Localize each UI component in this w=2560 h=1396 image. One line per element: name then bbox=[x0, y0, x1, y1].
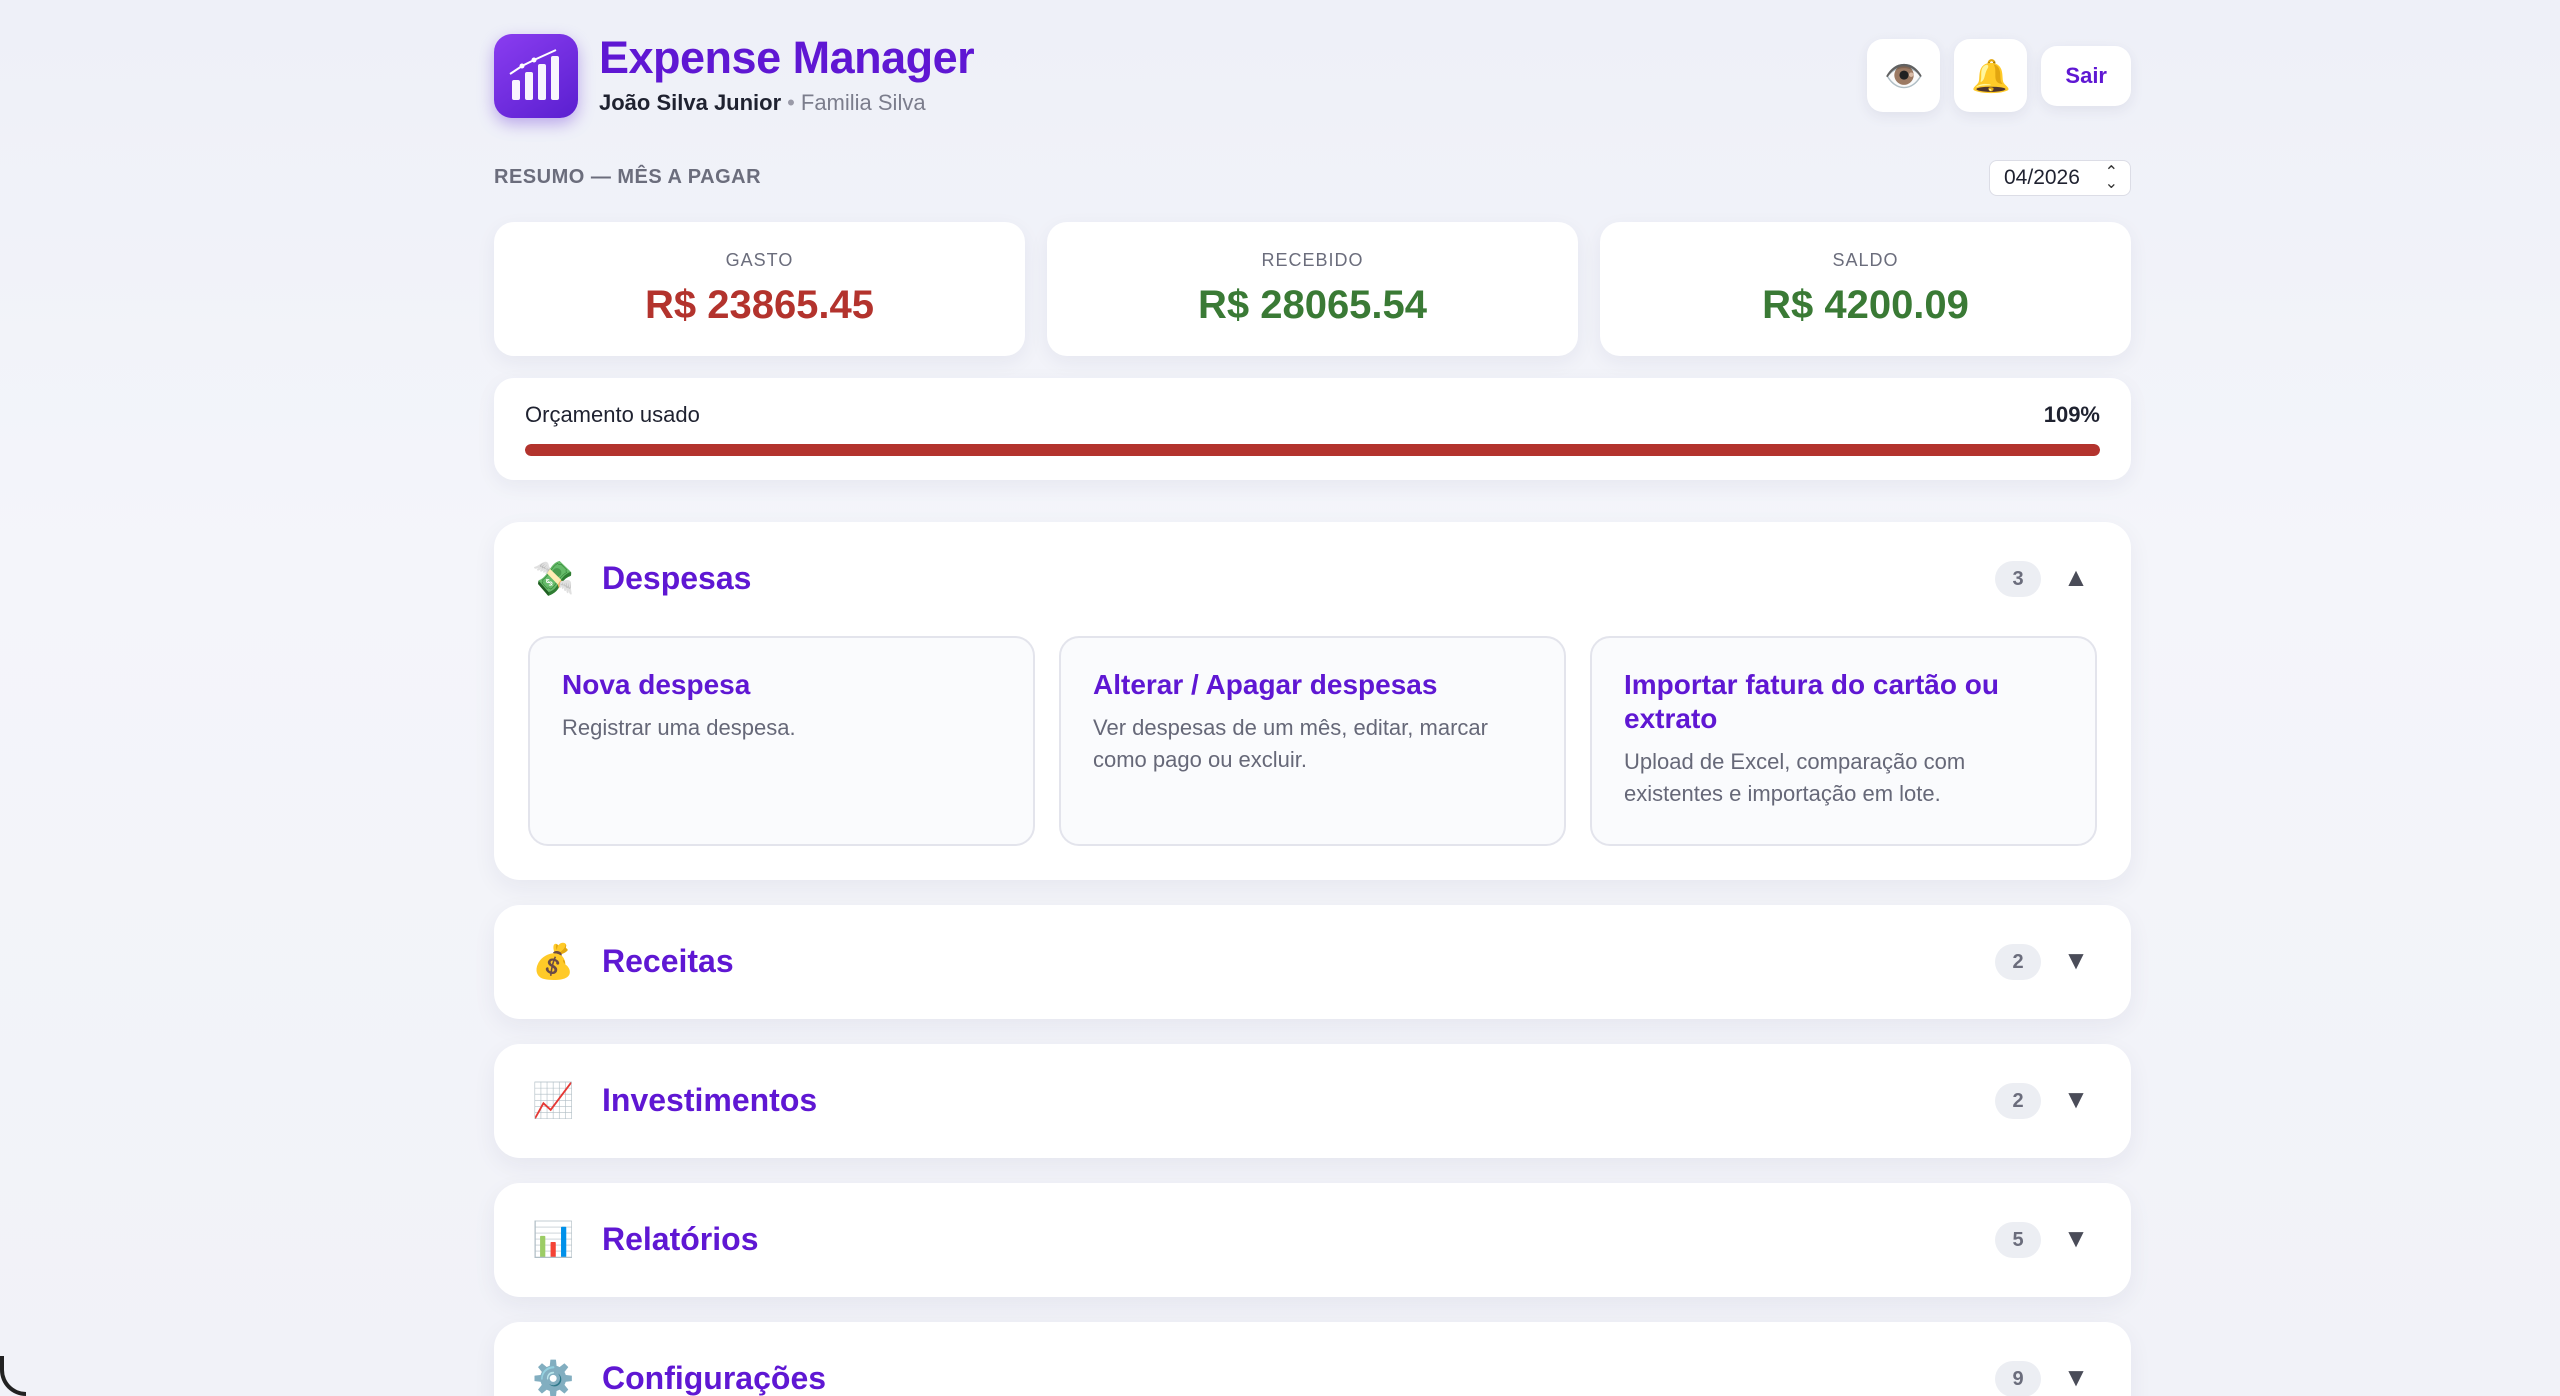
section-relatorios: 📊 Relatórios 5 ▼ bbox=[494, 1183, 2131, 1297]
action-title: Importar fatura do cartão ou extrato bbox=[1624, 669, 1999, 734]
user-name: João Silva Junior bbox=[599, 90, 782, 115]
section-body-despesas: Nova despesa Registrar uma despesa. Alte… bbox=[494, 636, 2131, 880]
chevron-down-icon[interactable]: ▼ bbox=[2061, 1362, 2091, 1392]
header: Expense Manager João Silva Junior • Famili… bbox=[494, 32, 2131, 120]
summary-card-gasto: GASTO R$ 23865.45 bbox=[494, 222, 1025, 356]
header-actions: 👁️ 🔔 Sair bbox=[1867, 39, 2131, 112]
section-header-receitas[interactable]: 💰 Receitas 2 ▼ bbox=[494, 905, 2131, 1019]
user-separator: • bbox=[787, 90, 795, 115]
section-title: Configurações bbox=[602, 1360, 827, 1396]
summary-label: RESUMO — MÊS A PAGAR bbox=[494, 166, 762, 188]
summary-card-label: SALDO bbox=[1832, 250, 1899, 270]
money-bag-icon: 💰 bbox=[532, 943, 575, 981]
bar-chart-icon: 📊 bbox=[532, 1221, 575, 1259]
budget-label: Orçamento usado bbox=[525, 402, 700, 427]
section-count-badge: 2 bbox=[1995, 1083, 2041, 1119]
chevron-up-icon[interactable]: ▲ bbox=[2061, 562, 2091, 592]
budget-card: Orçamento usado 109% bbox=[494, 378, 2131, 480]
budget-progress-fill bbox=[525, 444, 2100, 456]
month-select[interactable]: 04/2026 ⌃ ⌄ bbox=[1989, 160, 2131, 196]
chevron-down-icon[interactable]: ▼ bbox=[2061, 1084, 2091, 1114]
summary-card-recebido: RECEBIDO R$ 28065.54 bbox=[1047, 222, 1578, 356]
chevron-down-icon[interactable]: ▼ bbox=[2061, 1223, 2091, 1253]
user-info: João Silva Junior • Familia Silva bbox=[599, 90, 926, 116]
section-despesas: 💸 Despesas 3 ▲ Nova despesa Registrar um… bbox=[494, 522, 2131, 880]
action-description: Registrar uma despesa. bbox=[562, 715, 796, 740]
summary-card-value: R$ 23865.45 bbox=[644, 283, 875, 327]
action-card-importar-fatura[interactable]: Importar fatura do cartão ou extrato Upl… bbox=[1590, 636, 2097, 846]
summary-card-label: GASTO bbox=[725, 250, 794, 270]
app-title: Expense Manager bbox=[599, 32, 975, 83]
section-count-badge: 5 bbox=[1995, 1222, 2041, 1258]
updown-chevron-icon: ⌃ ⌄ bbox=[2104, 164, 2118, 192]
bell-icon: 🔔 bbox=[1970, 57, 2011, 94]
section-receitas: 💰 Receitas 2 ▼ bbox=[494, 905, 2131, 1019]
notifications-button[interactable]: 🔔 bbox=[1954, 39, 2028, 112]
action-description: Ver despesas de um mês, editar, marcar c… bbox=[1093, 715, 1488, 772]
action-card-alterar-despesas[interactable]: Alterar / Apagar despesas Ver despesas d… bbox=[1059, 636, 1566, 846]
section-investimentos: 📈 Investimentos 2 ▼ bbox=[494, 1044, 2131, 1158]
section-header-configuracoes[interactable]: ⚙️ Configurações 9 ▼ bbox=[494, 1322, 2131, 1396]
section-title: Despesas bbox=[602, 560, 752, 596]
action-title: Nova despesa bbox=[562, 669, 751, 700]
section-count-badge: 9 bbox=[1995, 1361, 2041, 1396]
gear-icon: ⚙️ bbox=[532, 1360, 575, 1396]
summary-card-label: RECEBIDO bbox=[1261, 250, 1364, 270]
chevron-down-icon[interactable]: ▼ bbox=[2061, 945, 2091, 975]
main-container: Expense Manager João Silva Junior • Famili… bbox=[494, 32, 2131, 1396]
summary-header: RESUMO — MÊS A PAGAR 04/2026 ⌃ ⌄ bbox=[494, 160, 2131, 222]
summary-cards: GASTO R$ 23865.45 RECEBIDO R$ 28065.54 S… bbox=[494, 222, 2131, 356]
action-title: Alterar / Apagar despesas bbox=[1093, 669, 1438, 700]
money-with-wings-icon: 💸 bbox=[532, 560, 575, 598]
logout-button[interactable]: Sair bbox=[2041, 46, 2131, 106]
section-header-relatorios[interactable]: 📊 Relatórios 5 ▼ bbox=[494, 1183, 2131, 1297]
chart-increasing-icon: 📈 bbox=[532, 1082, 575, 1120]
budget-progress-track bbox=[525, 444, 2100, 456]
summary-card-saldo: SALDO R$ 4200.09 bbox=[1600, 222, 2131, 356]
month-select-value: 04/2026 bbox=[2004, 166, 2080, 189]
summary-card-value: R$ 4200.09 bbox=[1762, 283, 1969, 327]
toggle-visibility-button[interactable]: 👁️ bbox=[1867, 39, 1941, 112]
section-title: Relatórios bbox=[602, 1221, 759, 1257]
action-description: Upload de Excel, comparação com existent… bbox=[1624, 749, 1966, 806]
section-header-despesas[interactable]: 💸 Despesas 3 ▲ bbox=[494, 522, 2131, 636]
section-header-investimentos[interactable]: 📈 Investimentos 2 ▼ bbox=[494, 1044, 2131, 1158]
summary-card-value: R$ 28065.54 bbox=[1197, 283, 1428, 327]
section-title: Receitas bbox=[602, 943, 734, 979]
app-logo-icon bbox=[494, 34, 578, 118]
family-name: Familia Silva bbox=[800, 90, 926, 115]
section-count-badge: 2 bbox=[1995, 944, 2041, 980]
section-title: Investimentos bbox=[602, 1082, 818, 1118]
section-count-badge: 3 bbox=[1995, 561, 2041, 597]
eye-icon: 👁️ bbox=[1883, 57, 1924, 94]
action-card-nova-despesa[interactable]: Nova despesa Registrar uma despesa. bbox=[528, 636, 1035, 846]
budget-percent: 109% bbox=[2043, 402, 2100, 427]
section-configuracoes: ⚙️ Configurações 9 ▼ bbox=[494, 1322, 2131, 1396]
